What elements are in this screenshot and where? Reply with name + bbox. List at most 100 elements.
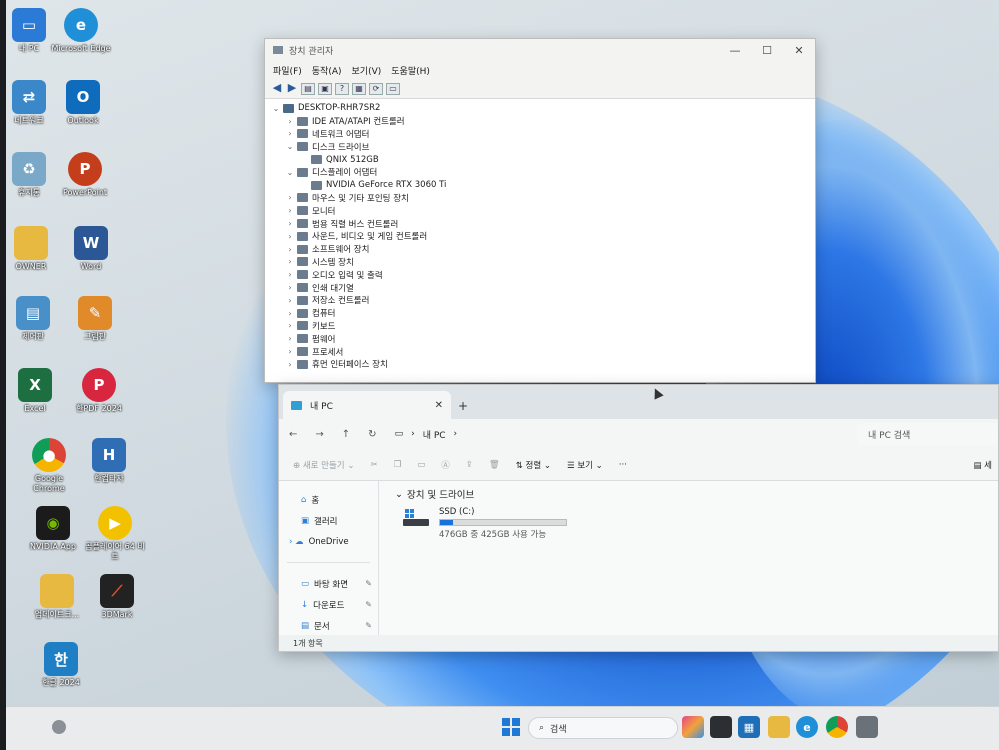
device-category[interactable]: › 컴퓨터: [271, 307, 815, 320]
chevron-right-icon[interactable]: ›: [285, 360, 295, 369]
widgets-icon[interactable]: [52, 720, 66, 734]
copilot-icon[interactable]: [682, 716, 704, 738]
view-button[interactable]: ☰ 보기 ⌄: [567, 459, 603, 471]
device-category[interactable]: › 프로세서: [271, 345, 815, 358]
chevron-right-icon[interactable]: ›: [285, 257, 295, 266]
chevron-right-icon[interactable]: ›: [285, 309, 295, 318]
desktop-icon-nvidia-app[interactable]: ◉ NVIDIA App: [22, 506, 84, 552]
device-category[interactable]: › 저장소 컨트롤러: [271, 294, 815, 307]
forward-icon[interactable]: →: [315, 429, 323, 440]
close-tab-icon[interactable]: ✕: [435, 400, 443, 411]
desktop-icon-excel[interactable]: X Excel: [6, 368, 66, 414]
device-item[interactable]: NVIDIA GeForce RTX 3060 Ti: [271, 179, 815, 192]
cut-icon[interactable]: ✂: [370, 460, 377, 470]
delete-icon[interactable]: 🗑: [489, 460, 500, 470]
back-icon[interactable]: ←: [289, 429, 297, 440]
tree-root[interactable]: ⌄ DESKTOP-RHR7SR2: [271, 102, 815, 115]
app-icon[interactable]: [856, 716, 878, 738]
chevron-right-icon[interactable]: ›: [285, 193, 295, 202]
chevron-right-icon[interactable]: ›: [285, 129, 295, 138]
chevron-down-icon[interactable]: ⌄: [285, 168, 295, 177]
back-arrow-icon[interactable]: ◀: [271, 82, 283, 95]
refresh-icon[interactable]: ↻: [368, 429, 376, 440]
chevron-right-icon[interactable]: ›: [285, 296, 295, 305]
file-explorer-window[interactable]: 내 PC ✕ + ← → ↑ ↻ ▭ › 내 PC › 내 PC 검색 ⊕ 새로…: [278, 384, 999, 652]
paste-icon[interactable]: ▭: [417, 460, 425, 470]
device-manager-titlebar[interactable]: 장치 관리자 — ☐ ✕: [265, 39, 815, 61]
nav-item[interactable]: ▣ 갤러리: [279, 510, 378, 531]
desktop-icon-gomplayer[interactable]: ▶ 곰플레이어 64 비트: [84, 506, 146, 562]
more-options-button[interactable]: ···: [619, 460, 627, 470]
device-category[interactable]: ⌄ 디스플레이 어댑터: [271, 166, 815, 179]
chevron-right-icon[interactable]: ›: [285, 334, 295, 343]
scan-hardware-icon[interactable]: ⟳: [369, 82, 383, 95]
close-icon[interactable]: ✕: [783, 39, 815, 61]
menu-view[interactable]: 보기(V): [352, 64, 382, 77]
nav-item[interactable]: ↓ 다운로드 ✎: [279, 594, 378, 615]
start-icon[interactable]: [500, 716, 522, 738]
menu-file[interactable]: 파일(F): [273, 64, 302, 77]
breadcrumb[interactable]: ▭ › 내 PC ›: [395, 428, 458, 441]
copy-icon[interactable]: ❐: [394, 460, 402, 470]
desktop-icon-edge[interactable]: e Microsoft Edge: [50, 8, 112, 54]
edge-icon[interactable]: e: [796, 716, 818, 738]
chevron-right-icon[interactable]: ›: [285, 283, 295, 292]
desktop-icon-control-panel[interactable]: ▤ 제어판: [6, 296, 64, 342]
new-tab-button[interactable]: +: [451, 393, 475, 419]
desktop-icon-chrome[interactable]: ● Google Chrome: [18, 438, 80, 494]
details-button[interactable]: ▤ 세: [973, 459, 992, 471]
device-category[interactable]: › 마우스 및 기타 포인팅 장치: [271, 192, 815, 205]
devices-section-header[interactable]: ⌄ 장치 및 드라이브: [395, 487, 998, 502]
device-category[interactable]: › 휴먼 인터페이스 장치: [271, 358, 815, 371]
task-view-icon[interactable]: [710, 716, 732, 738]
share-icon[interactable]: ⇪: [466, 460, 473, 470]
file-explorer-icon[interactable]: [768, 716, 790, 738]
drive-ssd-c[interactable]: SSD (C:) 476GB 중 425GB 사용 가능: [403, 507, 998, 540]
tab-this-pc[interactable]: 내 PC ✕: [283, 391, 451, 419]
chevron-right-icon[interactable]: ›: [285, 245, 295, 254]
device-category[interactable]: › 펌웨어: [271, 332, 815, 345]
up-icon[interactable]: ↑: [342, 429, 350, 440]
menu-help[interactable]: 도움말(H): [391, 64, 430, 77]
maximize-icon[interactable]: ☐: [751, 39, 783, 61]
device-category[interactable]: › 인쇄 대기열: [271, 281, 815, 294]
chevron-right-icon[interactable]: ›: [285, 206, 295, 215]
device-category[interactable]: › 소프트웨어 장치: [271, 243, 815, 256]
desktop-icon-powerpoint[interactable]: P PowerPoint: [54, 152, 116, 198]
chevron-right-icon[interactable]: ›: [285, 270, 295, 279]
desktop-icon-hanpdf[interactable]: P 한PDF 2024: [68, 368, 130, 414]
chevron-right-icon[interactable]: ›: [285, 219, 295, 228]
chevron-right-icon[interactable]: ›: [285, 321, 295, 330]
desktop-icon-hwp[interactable]: 한 한글 2024: [30, 642, 92, 688]
desktop-icon-owner-folder[interactable]: OWNER: [6, 226, 62, 272]
device-category[interactable]: › 네트워크 어댑터: [271, 128, 815, 141]
help-icon[interactable]: ?: [335, 82, 349, 95]
show-hidden-icon[interactable]: ▦: [352, 82, 366, 95]
device-category[interactable]: › 오디오 입력 및 출력: [271, 268, 815, 281]
device-category[interactable]: ⌄ 디스크 드라이브: [271, 140, 815, 153]
desktop-icon-recycle-bin[interactable]: ♻ 휴지통: [6, 152, 60, 198]
desktop-icon-paint[interactable]: ✎ 그림판: [64, 296, 126, 342]
new-button[interactable]: ⊕ 새로 만들기 ⌄: [293, 459, 354, 471]
search-input[interactable]: 내 PC 검색: [858, 423, 998, 445]
device-category[interactable]: › 키보드: [271, 320, 815, 333]
minimize-icon[interactable]: —: [719, 39, 751, 61]
nav-item[interactable]: ⌂ 홈: [279, 489, 378, 510]
device-category[interactable]: › 사운드, 비디오 및 게임 컨트롤러: [271, 230, 815, 243]
desktop-icon-word[interactable]: W Word: [60, 226, 122, 272]
sort-button[interactable]: ⇅ 정렬 ⌄: [516, 459, 551, 471]
nav-item[interactable]: ▤ 문서 ✎: [279, 615, 378, 636]
chevron-down-icon[interactable]: ⌄: [271, 104, 281, 113]
chevron-down-icon[interactable]: ⌄: [285, 142, 295, 151]
desktop-icon-3dmark[interactable]: ⟋ 3DMark: [86, 574, 148, 620]
update-driver-icon[interactable]: ▣: [318, 82, 332, 95]
chevron-right-icon[interactable]: ›: [285, 117, 295, 126]
device-category[interactable]: › IDE ATA/ATAPI 컨트롤러: [271, 115, 815, 128]
chrome-icon[interactable]: [826, 716, 848, 738]
desktop-icon-update-folder[interactable]: 업데이트크...: [26, 574, 88, 620]
chevron-right-icon[interactable]: ›: [285, 232, 295, 241]
device-item[interactable]: QNIX 512GB: [271, 153, 815, 166]
device-category[interactable]: › 범용 직렬 버스 컨트롤러: [271, 217, 815, 230]
device-manager-window[interactable]: 장치 관리자 — ☐ ✕ 파일(F) 동작(A) 보기(V) 도움말(H) ◀ …: [264, 38, 816, 383]
desktop-icon-outlook[interactable]: O Outlook: [52, 80, 114, 126]
